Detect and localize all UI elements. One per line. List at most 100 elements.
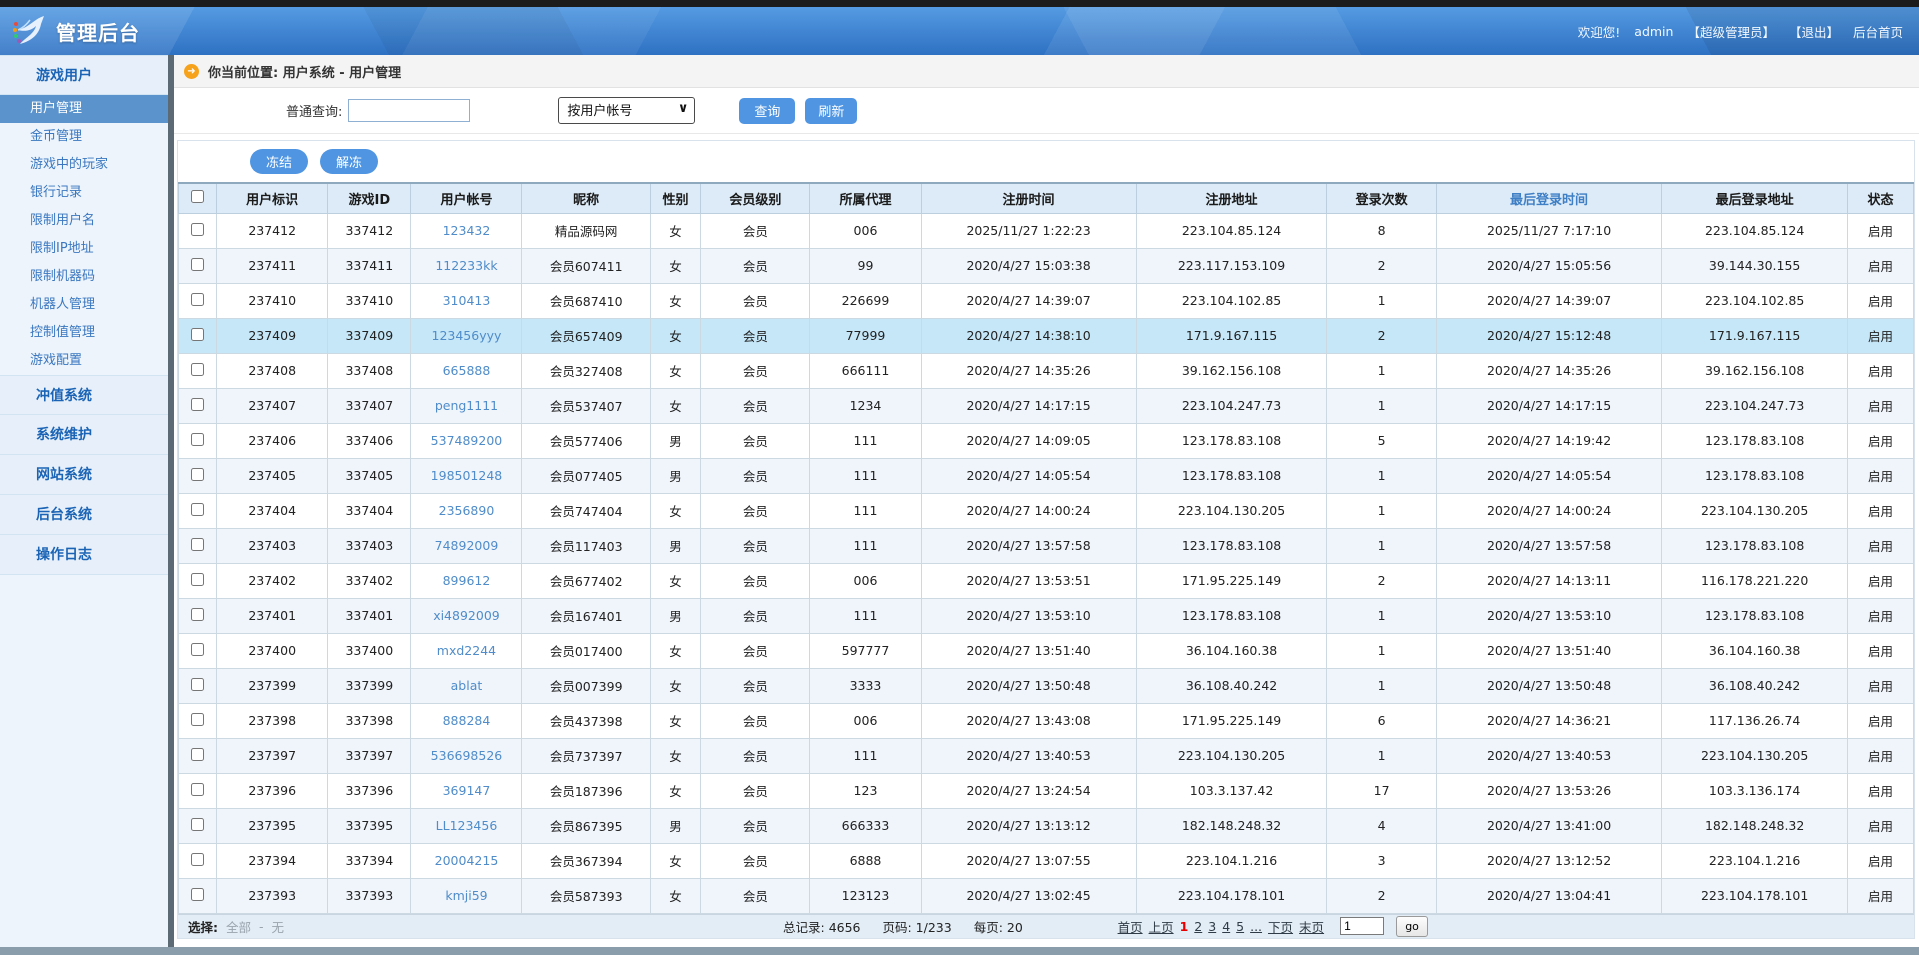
page-number-link[interactable]: 2 (1194, 919, 1202, 934)
row-checkbox[interactable] (191, 853, 204, 866)
cell-reg_time: 2020/4/27 14:00:24 (921, 493, 1136, 528)
account-link[interactable]: xi4892009 (433, 608, 500, 623)
cell-reg_addr: 171.9.167.115 (1136, 318, 1327, 353)
page-number-link[interactable]: 4 (1222, 919, 1230, 934)
cell-uid: 237402 (217, 563, 328, 598)
row-checkbox[interactable] (191, 258, 204, 271)
column-header: 会员级别 (701, 183, 810, 213)
sidebar-item[interactable]: 系统维护 (0, 415, 168, 455)
sidebar-item[interactable]: 后台系统 (0, 495, 168, 535)
row-checkbox[interactable] (191, 678, 204, 691)
select-all-checkbox[interactable] (191, 190, 204, 203)
sidebar-item[interactable]: 机器人管理 (0, 291, 168, 319)
cell-reg_addr: 223.104.85.124 (1136, 213, 1327, 248)
search-input[interactable] (348, 99, 470, 122)
account-link[interactable]: ablat (451, 678, 483, 693)
cell-logins: 2 (1327, 248, 1436, 283)
cell-reg_addr: 171.95.225.149 (1136, 563, 1327, 598)
column-header[interactable]: 最后登录时间 (1436, 183, 1662, 213)
account-link[interactable]: mxd2244 (437, 643, 496, 658)
page-number-link[interactable]: 3 (1208, 919, 1216, 934)
sidebar-item[interactable]: 限制IP地址 (0, 235, 168, 263)
cell-reg_addr: 123.178.83.108 (1136, 528, 1327, 563)
row-checkbox[interactable] (191, 888, 204, 901)
prev-page-link[interactable]: 上页 (1149, 917, 1174, 936)
account-link[interactable]: 888284 (443, 713, 491, 728)
cell-reg_addr: 223.104.130.205 (1136, 493, 1327, 528)
account-link[interactable]: LL123456 (436, 818, 498, 833)
row-checkbox[interactable] (191, 398, 204, 411)
home-link[interactable]: 后台首页 (1853, 22, 1903, 41)
cell-last_time: 2020/4/27 13:04:41 (1436, 878, 1662, 913)
refresh-button[interactable]: 刷新 (805, 98, 857, 124)
row-checkbox[interactable] (191, 293, 204, 306)
account-link[interactable]: peng1111 (435, 398, 498, 413)
account-link[interactable]: kmji59 (445, 888, 487, 903)
row-checkbox[interactable] (191, 363, 204, 376)
sidebar-item[interactable]: 游戏中的玩家 (0, 151, 168, 179)
account-link[interactable]: 310413 (443, 293, 491, 308)
cell-gid: 337400 (328, 633, 411, 668)
sidebar-item[interactable]: 限制用户名 (0, 207, 168, 235)
account-link[interactable]: 536698526 (431, 748, 503, 763)
cell-last_time: 2020/4/27 15:12:48 (1436, 318, 1662, 353)
sidebar-item[interactable]: 冲值系统 (0, 375, 168, 415)
next-page-link[interactable]: 下页 (1268, 917, 1293, 936)
search-type-select[interactable]: 按用户帐号 (558, 97, 695, 124)
account-link[interactable]: 665888 (443, 363, 491, 378)
account-link[interactable]: 74892009 (435, 538, 499, 553)
unfreeze-button[interactable]: 解冻 (320, 149, 378, 174)
query-button[interactable]: 查询 (739, 98, 795, 124)
cell-nickname: 会员677402 (522, 563, 650, 598)
sidebar-item[interactable]: 游戏用户 (0, 55, 168, 95)
row-checkbox[interactable] (191, 608, 204, 621)
last-page-link[interactable]: 末页 (1299, 917, 1324, 936)
sidebar-item[interactable]: 限制机器码 (0, 263, 168, 291)
account-link[interactable]: 537489200 (431, 433, 503, 448)
goto-page-input[interactable] (1340, 917, 1384, 935)
sidebar-item[interactable]: 用户管理 (0, 95, 168, 123)
cell-logins: 8 (1327, 213, 1436, 248)
page-number-link[interactable]: 1 (1180, 919, 1189, 934)
row-checkbox[interactable] (191, 748, 204, 761)
row-checkbox[interactable] (191, 503, 204, 516)
row-checkbox[interactable] (191, 538, 204, 551)
go-button[interactable]: go (1396, 916, 1428, 937)
cell-nickname: 会员867395 (522, 808, 650, 843)
row-checkbox[interactable] (191, 783, 204, 796)
cell-uid: 237403 (217, 528, 328, 563)
sidebar-item[interactable]: 操作日志 (0, 535, 168, 575)
sidebar-item[interactable]: 金币管理 (0, 123, 168, 151)
account-link[interactable]: 20004215 (435, 853, 499, 868)
row-checkbox[interactable] (191, 468, 204, 481)
page-number-link[interactable]: 5 (1236, 919, 1244, 934)
row-checkbox[interactable] (191, 818, 204, 831)
cell-nickname: 会员737397 (522, 738, 650, 773)
account-link[interactable]: 123456yyy (432, 328, 502, 343)
sidebar-item[interactable]: 银行记录 (0, 179, 168, 207)
row-checkbox[interactable] (191, 328, 204, 341)
account-link[interactable]: 2356890 (439, 503, 495, 518)
cell-gender: 女 (650, 703, 700, 738)
freeze-button[interactable]: 冻结 (250, 149, 308, 174)
cell-agent: 6888 (810, 843, 921, 878)
account-link[interactable]: 123432 (443, 223, 491, 238)
first-page-link[interactable]: 首页 (1118, 917, 1143, 936)
account-link[interactable]: 369147 (443, 783, 491, 798)
sidebar-item[interactable]: 游戏配置 (0, 347, 168, 375)
row-checkbox[interactable] (191, 643, 204, 656)
row-checkbox[interactable] (191, 433, 204, 446)
logout-link[interactable]: 【退出】 (1789, 22, 1839, 41)
account-link[interactable]: 899612 (443, 573, 491, 588)
select-all-link[interactable]: 全部 (226, 917, 251, 936)
row-checkbox[interactable] (191, 223, 204, 236)
sidebar-item[interactable]: 网站系统 (0, 455, 168, 495)
row-checkbox[interactable] (191, 713, 204, 726)
row-checkbox[interactable] (191, 573, 204, 586)
account-link[interactable]: 112233kk (435, 258, 497, 273)
select-none-link[interactable]: 无 (272, 917, 285, 936)
sidebar-item[interactable]: 控制值管理 (0, 319, 168, 347)
cell-last_time: 2020/4/27 13:53:26 (1436, 773, 1662, 808)
account-link[interactable]: 198501248 (431, 468, 503, 483)
cell-gid: 337408 (328, 353, 411, 388)
